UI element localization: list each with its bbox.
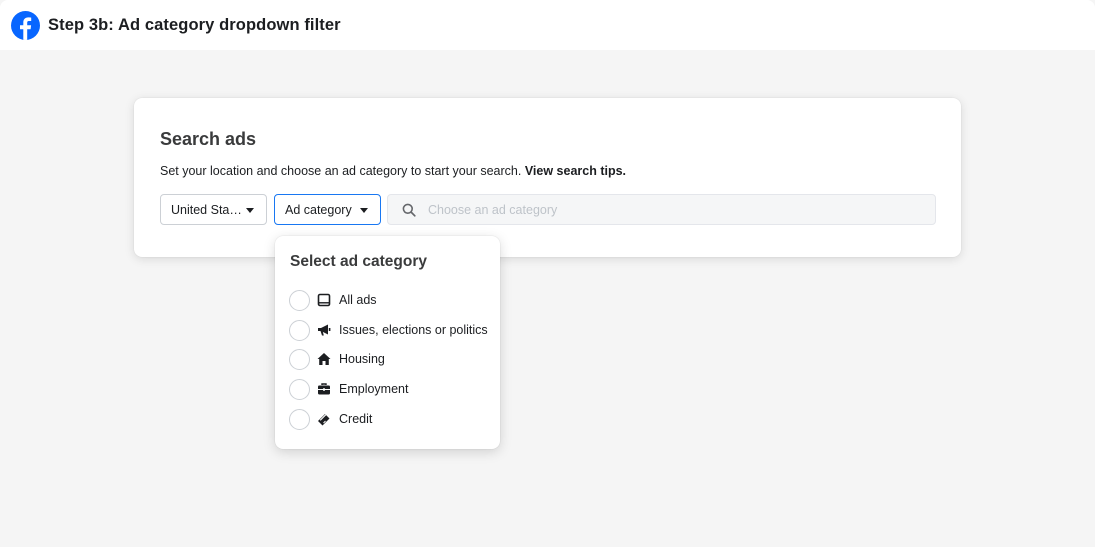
option-housing[interactable]: Housing — [289, 347, 489, 371]
radio-issues[interactable] — [289, 319, 310, 341]
page-title: Step 3b: Ad category dropdown filter — [48, 15, 341, 34]
option-label: Employment — [339, 382, 409, 396]
option-label: Housing — [339, 352, 385, 366]
tablet-icon — [317, 293, 331, 307]
megaphone-icon — [317, 323, 331, 337]
option-label: Credit — [339, 412, 373, 426]
country-select[interactable]: United Sta… — [160, 194, 267, 225]
search-input[interactable] — [428, 202, 908, 217]
dropdown-title: Select ad category — [290, 253, 427, 270]
search-ads-description: Set your location and choose an ad categ… — [160, 164, 626, 178]
caret-down-icon — [360, 208, 368, 213]
search-ads-title: Search ads — [160, 129, 257, 149]
ad-category-dropdown: Select ad category All ads Issues, elect… — [275, 236, 500, 449]
view-search-tips-link[interactable]: View search tips. — [525, 164, 626, 178]
option-label: All ads — [339, 293, 377, 307]
ad-category-select[interactable]: Ad category — [274, 194, 381, 225]
option-all-ads[interactable]: All ads — [289, 288, 489, 312]
option-label: Issues, elections or politics — [339, 323, 488, 337]
option-issues-elections-politics[interactable]: Issues, elections or politics — [289, 318, 489, 342]
briefcase-icon — [317, 382, 331, 396]
description-text: Set your location and choose an ad categ… — [160, 164, 522, 178]
search-icon — [402, 203, 416, 217]
country-select-value: United Sta… — [171, 202, 242, 217]
radio-housing[interactable] — [289, 348, 310, 370]
radio-credit[interactable] — [289, 408, 310, 430]
search-box[interactable] — [387, 194, 936, 225]
radio-all-ads[interactable] — [289, 289, 310, 311]
card-icon — [317, 412, 331, 426]
caret-down-icon — [246, 208, 254, 213]
search-ads-card: Search ads Set your location and choose … — [134, 98, 961, 257]
option-credit[interactable]: Credit — [289, 407, 489, 431]
ad-category-select-value: Ad category — [285, 202, 352, 217]
option-employment[interactable]: Employment — [289, 377, 489, 401]
facebook-logo-icon — [11, 10, 40, 40]
header-bar: Step 3b: Ad category dropdown filter — [0, 0, 1095, 50]
radio-employment[interactable] — [289, 378, 310, 400]
house-icon — [317, 352, 331, 366]
